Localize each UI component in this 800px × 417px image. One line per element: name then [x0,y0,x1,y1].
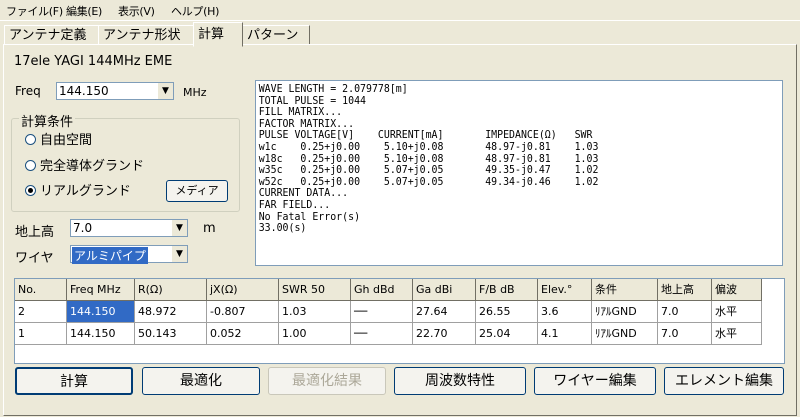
table-cell[interactable]: 48.972 [135,301,207,323]
output-text: WAVE LENGTH = 2.079778[m] TOTAL PULSE = 1… [256,81,729,234]
radio-real-ground-label[interactable]: リアルグランド [40,180,131,199]
wire-edit-button[interactable]: ワイヤー編集 [534,367,656,395]
height-label: 地上高 [15,225,55,240]
freq-value: 144.150 [59,84,109,98]
chevron-down-icon[interactable]: ▼ [157,83,173,99]
freq-combo[interactable]: 144.150 ▼ [56,82,174,100]
table-header-cell[interactable]: SWR 50 [279,279,351,301]
freq-label: Freq [15,84,41,98]
menu-view[interactable]: 表示(V) [118,3,155,19]
table-cell[interactable]: ﾘｱﾙGND [592,323,658,345]
output-line: w1c 0.25+j0.00 5.10+j0.08 48.97-j0.81 1.… [258,139,599,153]
calculate-button[interactable]: 計算 [15,367,133,395]
tab-antenna-definition[interactable]: アンテナ定義 [4,25,100,45]
table-header-cell[interactable]: Freq MHz [67,279,135,301]
table-header-cell[interactable]: 偏波 [712,279,762,301]
table-header-cell[interactable]: Elev.° [538,279,592,301]
menu-bar: ファイル(F) 編集(E) 表示(V) ヘルプ(H) [0,0,800,21]
output-line: FAR FIELD... [258,197,331,211]
table-cell[interactable]: 水平 [712,301,762,323]
table-cell[interactable]: 22.70 [413,323,476,345]
table-cell[interactable]: 144.150 [67,301,135,323]
menu-help[interactable]: ヘルプ(H) [171,3,219,19]
optimize-result-button: 最適化結果 [268,367,386,395]
table-cell[interactable]: ── [351,323,413,345]
tab-calculation[interactable]: 計算 [193,22,243,47]
table-cell[interactable]: 1 [15,323,67,345]
radio-free-space[interactable] [25,134,36,145]
table-cell[interactable]: ﾘｱﾙGND [592,301,658,323]
table-header-cell[interactable]: No. [15,279,67,301]
results-table[interactable]: No. Freq MHz R(Ω) jX(Ω) SWR 50 Gh dBd Ga dBi F/… [14,278,785,364]
table-cell[interactable]: 25.04 [476,323,538,345]
chevron-down-icon[interactable]: ▼ [171,246,187,262]
table-cell[interactable]: 27.64 [413,301,476,323]
antenna-title: 17ele YAGI 144MHz EME [14,54,173,69]
table-cell[interactable]: 0.052 [207,323,279,345]
radio-perfect-ground[interactable] [25,160,36,171]
table-cell[interactable]: 144.150 [67,323,135,345]
radio-real-ground[interactable] [25,185,36,196]
element-edit-button[interactable]: エレメント編集 [664,367,784,395]
radio-perfect-ground-label[interactable]: 完全導体グランド [40,155,144,174]
table-cell[interactable]: 1.03 [279,301,351,323]
menu-edit[interactable]: 編集(E) [66,3,102,19]
table-header-cell[interactable]: F/B dB [476,279,538,301]
calculation-output[interactable]: WAVE LENGTH = 2.079778[m] TOTAL PULSE = 1… [255,80,783,266]
table-header-cell[interactable]: Gh dBd [351,279,413,301]
media-button[interactable]: メディア [166,180,228,202]
output-line: WAVE LENGTH = 2.079778[m] [258,82,408,95]
menu-file[interactable]: ファイル(F) [6,3,63,19]
calc-conditions-title: 計算条件 [19,111,76,130]
table-cell[interactable]: 50.143 [135,323,207,345]
output-line: No Fatal Error(s) [258,209,361,223]
table-cell[interactable]: 2 [15,301,67,323]
output-line: 33.00(s) [258,221,307,235]
tab-pattern[interactable]: パターン [242,25,310,45]
table-header-cell[interactable]: Ga dBi [413,279,476,301]
table-cell[interactable]: 7.0 [658,301,712,323]
table-cell[interactable]: 26.55 [476,301,538,323]
table-header-cell[interactable]: R(Ω) [135,279,207,301]
table-cell[interactable]: -0.807 [207,301,279,323]
height-unit: m [203,221,216,236]
tab-antenna-shape[interactable]: アンテナ形状 [98,25,194,45]
radio-free-space-label[interactable]: 自由空間 [40,129,92,148]
table-cell[interactable]: 7.0 [658,323,712,345]
table-cell[interactable]: 1.00 [279,323,351,345]
table-cell[interactable]: 3.6 [538,301,592,323]
freq-unit: MHz [183,86,207,99]
height-combo[interactable]: 7.0 ▼ [70,219,188,237]
table-header-cell[interactable]: 条件 [592,279,658,301]
chevron-down-icon[interactable]: ▼ [171,220,187,236]
table-header-cell[interactable]: jX(Ω) [207,279,279,301]
table-cell[interactable]: 水平 [712,323,762,345]
wire-label: ワイヤ [15,251,54,266]
optimize-button[interactable]: 最適化 [142,367,260,395]
wire-combo[interactable]: アルミパイプ ▼ [70,245,188,264]
table-cell[interactable]: ── [351,301,413,323]
frequency-characteristics-button[interactable]: 周波数特性 [394,367,526,395]
output-line: w35c 0.25+j0.00 5.07+j0.05 49.35-j0.47 1… [258,163,599,177]
wire-value: アルミパイプ [72,247,148,264]
table-header-cell[interactable]: 地上高 [658,279,712,301]
table-cell[interactable]: 4.1 [538,323,592,345]
height-value: 7.0 [73,221,93,235]
